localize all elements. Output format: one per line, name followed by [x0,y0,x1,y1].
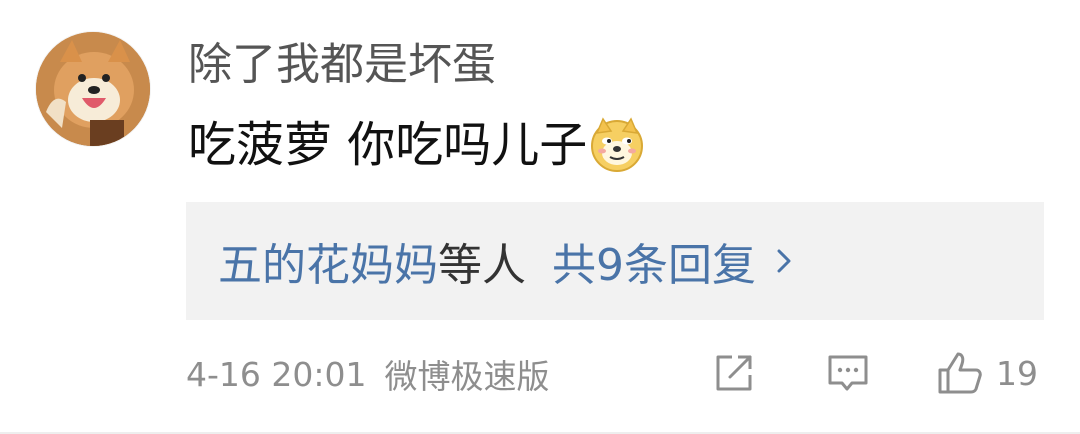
reply-count[interactable]: 共9条回复 [552,229,756,293]
share-button[interactable] [712,348,758,398]
replies-summary[interactable]: 五的花妈妈 等人 共9条回复 [186,202,1044,320]
comment-button[interactable] [826,348,872,398]
source-app: 微博极速版 [384,357,550,396]
thumbs-up-icon [936,350,984,396]
timestamp: 4-16 20:01 [186,354,367,394]
share-icon [712,351,756,395]
comment-icon [826,351,870,395]
chevron-right-icon [776,248,792,274]
username[interactable]: 除了我都是坏蛋 [188,36,496,94]
like-button[interactable]: 19 [936,348,1046,398]
comment-card: 除了我都是坏蛋 吃菠萝 你吃吗儿子 五的花妈妈 等人 共9条回复 4-16 20… [0,0,1080,434]
avatar[interactable] [36,32,150,146]
like-count: 19 [996,353,1038,393]
comment-meta: 4-16 20:01 微博极速版 [186,352,550,397]
doge-emoji-icon [589,117,645,173]
reply-author-names[interactable]: 五的花妈妈 [218,229,438,293]
comment-text: 吃菠萝 你吃吗儿子 [188,115,645,175]
comment-body: 吃菠萝 你吃吗儿子 [188,117,588,173]
reply-author-suffix: 等人 [438,240,526,291]
